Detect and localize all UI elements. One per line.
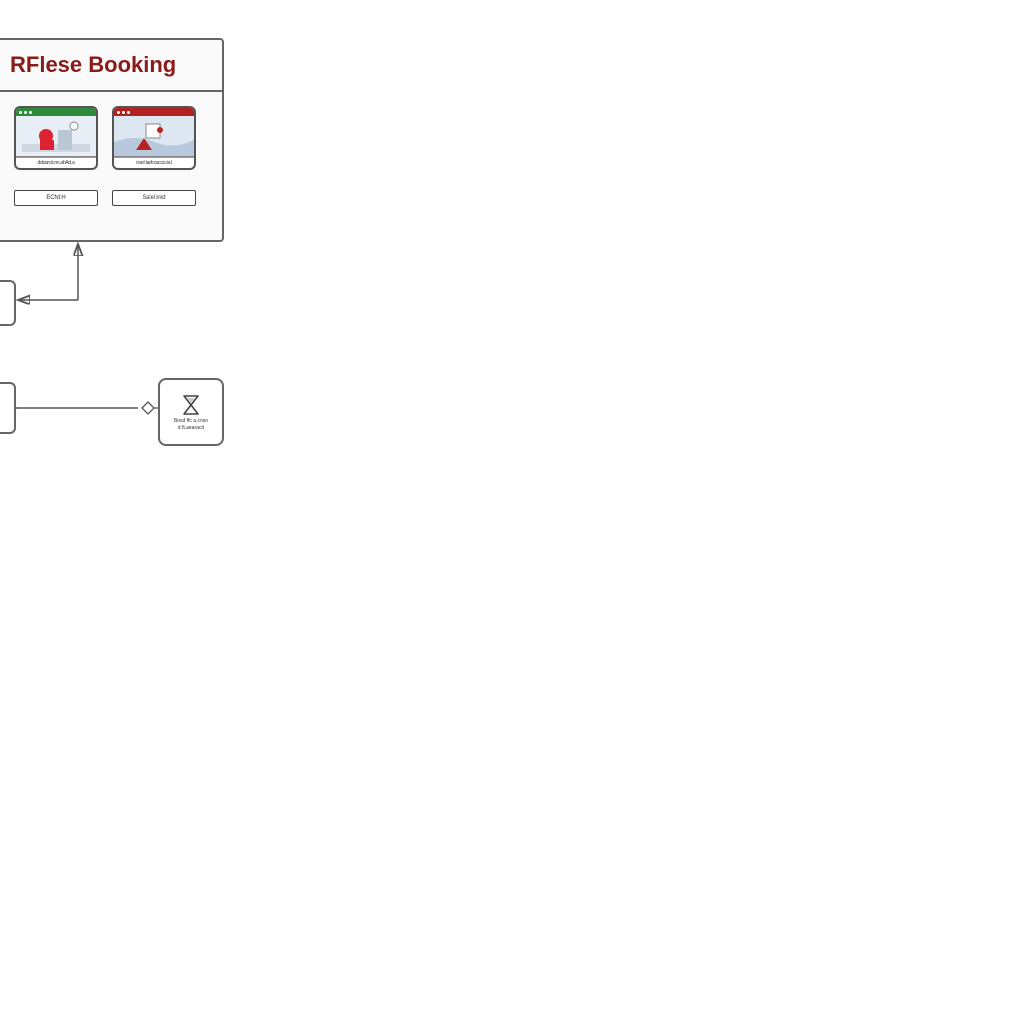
container-body: ddsurcd.nn.ahAd.a rssd tadccacco.ta.l [0, 92, 222, 240]
window-chrome-green [16, 108, 96, 116]
diagram-canvas: RFlese Booking ddsurcd.nn.ahAd.a [0, 0, 1024, 1024]
card-b-caption: rssd tadccacco.ta.l [114, 157, 194, 168]
container-title: RFlese Booking [10, 52, 176, 78]
guidance-node-line2: d.fLaearacd [175, 426, 207, 432]
hourglass-icon [179, 393, 203, 417]
window-chrome-red [114, 108, 194, 116]
screen-card-a: ddsurcd.nn.ahAd.a [14, 106, 98, 170]
button-a[interactable]: ECNI:H [14, 190, 98, 206]
screen-card-b: rssd tadccacco.ta.l [112, 106, 196, 170]
offscreen-node-lower [0, 382, 16, 434]
offscreen-node-upper [0, 280, 16, 326]
title-bar: RFlese Booking [0, 40, 222, 92]
booking-container: RFlese Booking ddsurcd.nn.ahAd.a [0, 38, 224, 242]
guidance-node: Bosd ffc a.cnso d.fLaearacd [158, 378, 224, 446]
guidance-node-line1: Bosd ffc a.cnso [171, 419, 211, 425]
card-a-illustration [16, 116, 96, 157]
card-a-caption: ddsurcd.nn.ahAd.a [16, 157, 96, 168]
button-b[interactable]: Sa'el inrd [112, 190, 196, 206]
card-b-illustration [114, 116, 194, 157]
